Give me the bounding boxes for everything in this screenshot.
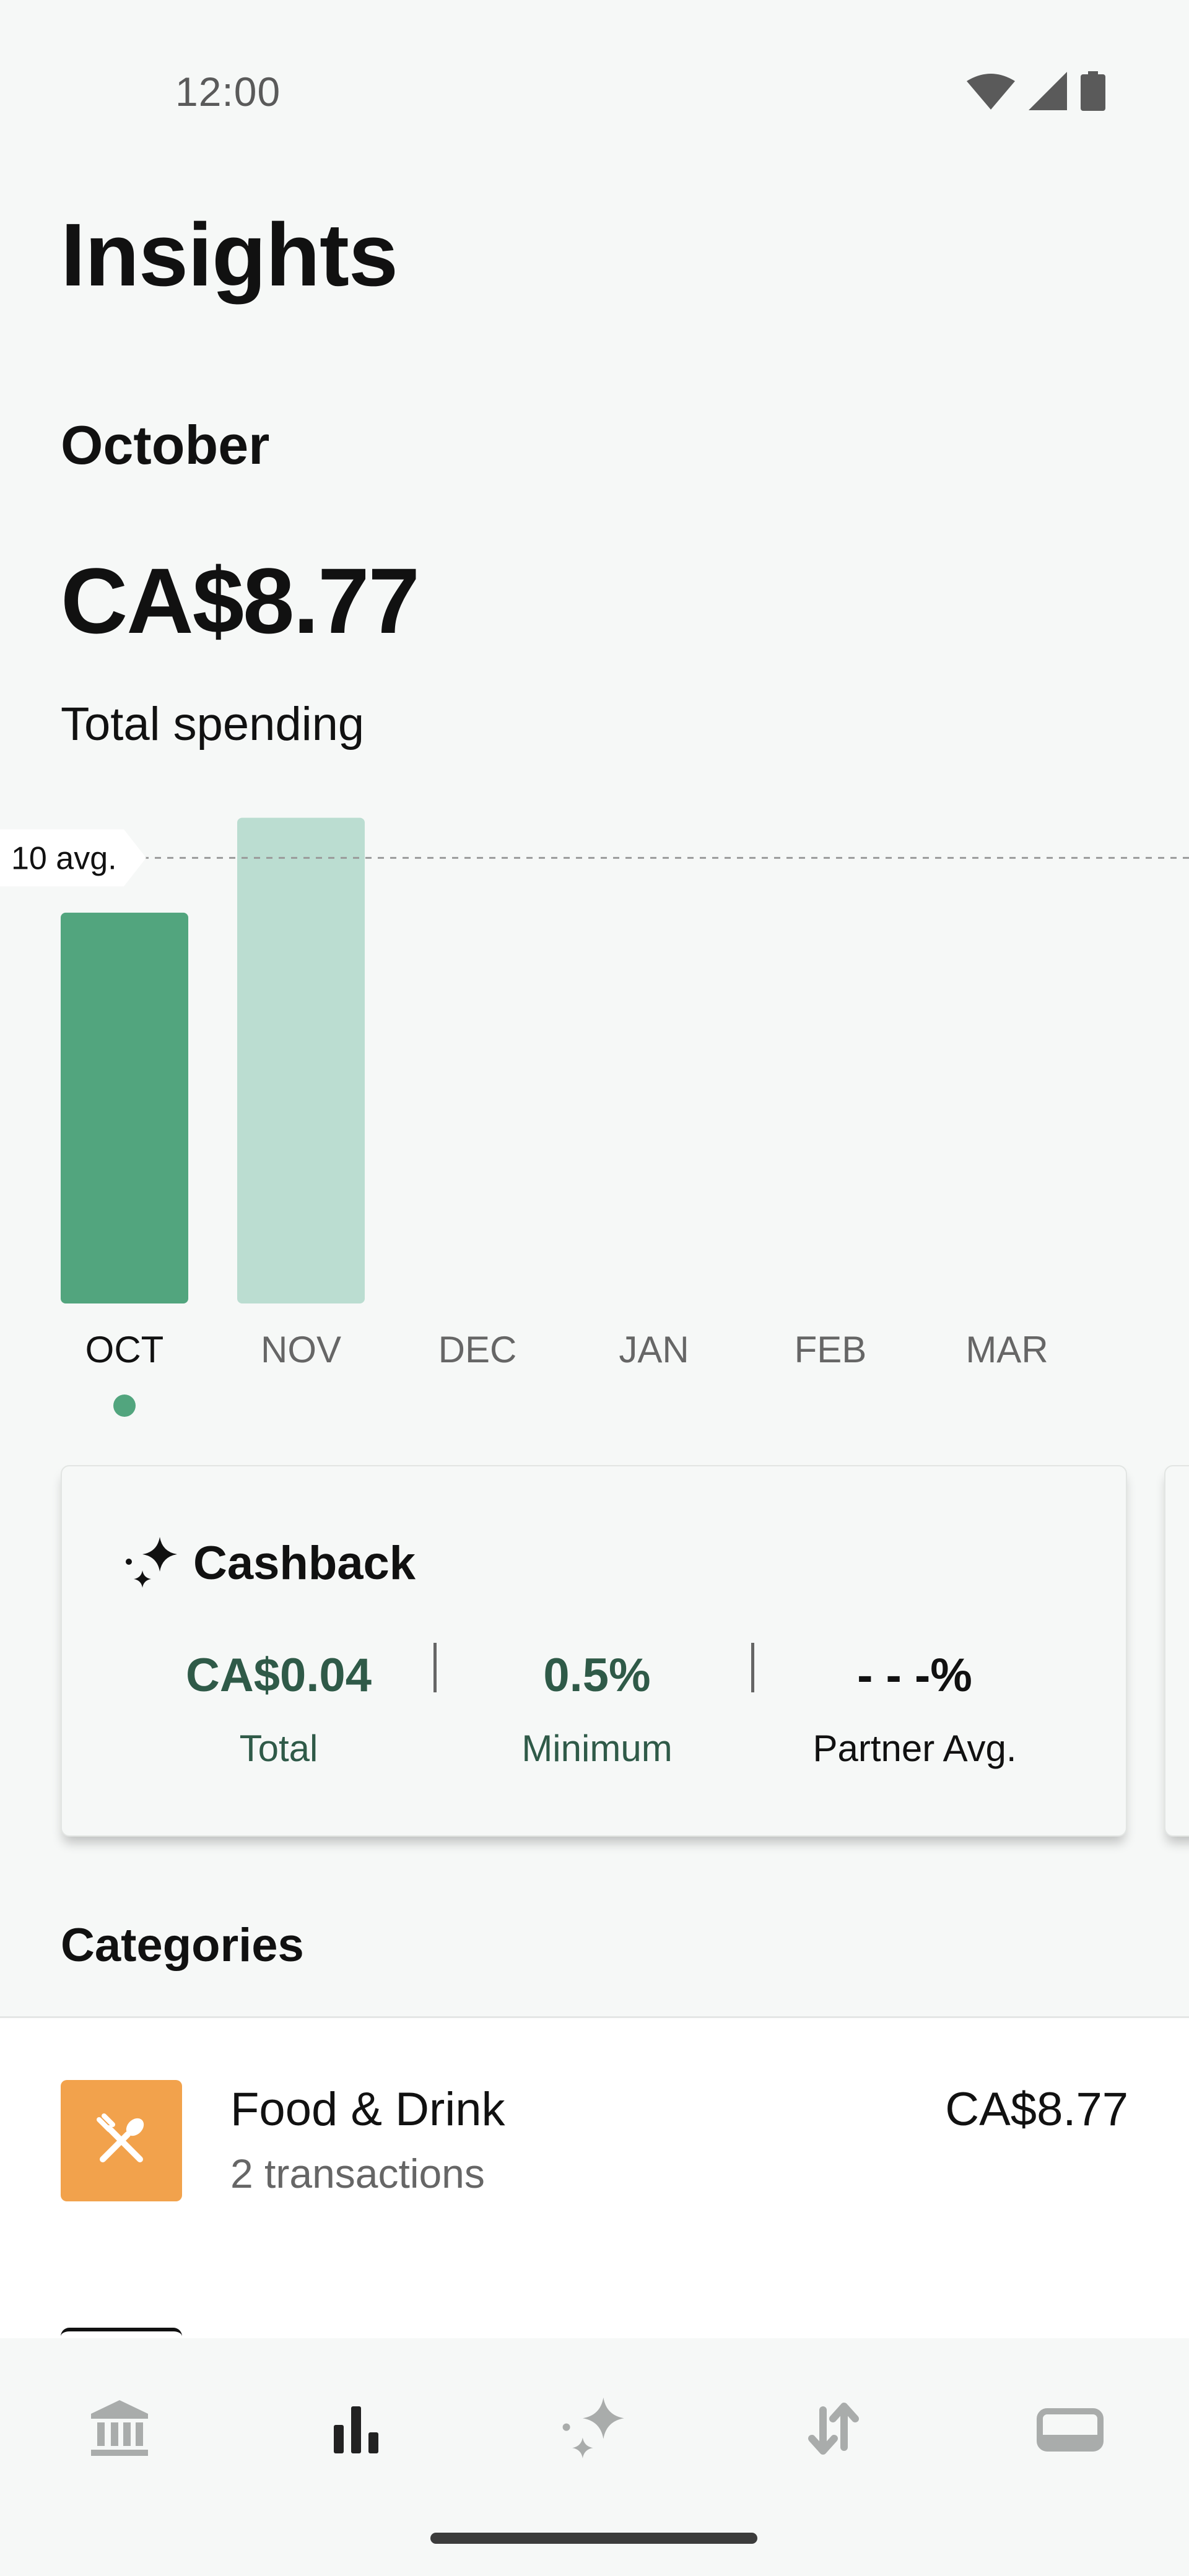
cashback-partner-avg-label: Partner Avg.	[812, 1728, 1017, 1769]
category-amount: CA$8.77	[945, 2083, 1128, 2136]
cashback-header: Cashback	[124, 1534, 416, 1591]
cashback-total-value: CA$0.04	[186, 1649, 372, 1702]
selected-month-label: October	[61, 414, 270, 476]
total-spending-caption: Total spending	[61, 698, 365, 751]
nav-insights[interactable]	[313, 2385, 399, 2472]
cashback-stat-partner-avg: - - -% Partner Avg.	[760, 1652, 1069, 1767]
category-icon	[61, 2080, 182, 2201]
cashback-minimum-value: 0.5%	[543, 1649, 651, 1702]
status-icons	[967, 69, 1105, 113]
month-tick-feb[interactable]: FEB	[795, 1329, 867, 1370]
battery-icon	[1081, 71, 1105, 111]
page-title: Insights	[61, 205, 398, 305]
month-tick-dec[interactable]: DEC	[438, 1329, 517, 1370]
categories-title: Categories	[61, 1919, 304, 1972]
month-tick-jan[interactable]: JAN	[619, 1329, 689, 1370]
next-card-peek[interactable]	[1164, 1465, 1189, 1837]
signal-icon	[1029, 72, 1067, 110]
cashback-total-label: Total	[239, 1728, 318, 1769]
home-indicator[interactable]	[430, 2533, 757, 2544]
nav-accounts[interactable]	[76, 2385, 163, 2472]
category-name: Food & Drink	[230, 2083, 505, 2136]
cashback-stat-total: CA$0.04 Total	[124, 1652, 433, 1767]
nav-cashback[interactable]	[551, 2385, 638, 2472]
wifi-icon	[967, 74, 1015, 110]
total-spending-amount: CA$8.77	[61, 549, 420, 653]
selected-month-dot	[113, 1395, 136, 1417]
cashback-partner-avg-value: - - -%	[857, 1649, 972, 1702]
bar-oct[interactable]	[61, 912, 188, 1303]
cashback-minimum-label: Minimum	[521, 1728, 673, 1769]
stat-divider	[433, 1643, 437, 1692]
bar-nov[interactable]	[237, 817, 365, 1303]
average-label: 10 avg.	[11, 840, 117, 876]
sparkle-icon	[562, 2397, 624, 2458]
insights-icon	[334, 2406, 378, 2453]
month-tick-mar[interactable]: MAR	[965, 1329, 1048, 1370]
cashback-title: Cashback	[193, 1536, 416, 1590]
transfer-icon	[808, 2403, 859, 2455]
category-row-food-drink[interactable]: Food & Drink 2 transactions CA$8.77	[0, 2018, 1189, 2278]
spending-chart[interactable]: OCT NOV DEC JAN FEB MAR 10 avg.	[0, 805, 1189, 1443]
nav-transfers[interactable]	[790, 2385, 876, 2472]
cashback-card[interactable]: Cashback CA$0.04 Total 0.5% Minimum - - …	[61, 1465, 1127, 1837]
categories-list: Food & Drink 2 transactions CA$8.77	[0, 2016, 1189, 2340]
stat-divider	[751, 1643, 754, 1692]
nav-card[interactable]	[1027, 2385, 1113, 2472]
status-time: 12:00	[175, 69, 281, 115]
card-icon	[1037, 2408, 1104, 2452]
bank-icon	[91, 2400, 148, 2456]
cashback-stat-minimum: 0.5% Minimum	[442, 1652, 752, 1767]
month-tick-oct[interactable]: OCT	[85, 1329, 164, 1370]
utensils-icon	[97, 2113, 144, 2162]
month-tick-nov[interactable]: NOV	[261, 1329, 341, 1370]
category-transaction-count: 2 transactions	[230, 2151, 485, 2196]
sparkle-icon	[126, 1537, 177, 1588]
